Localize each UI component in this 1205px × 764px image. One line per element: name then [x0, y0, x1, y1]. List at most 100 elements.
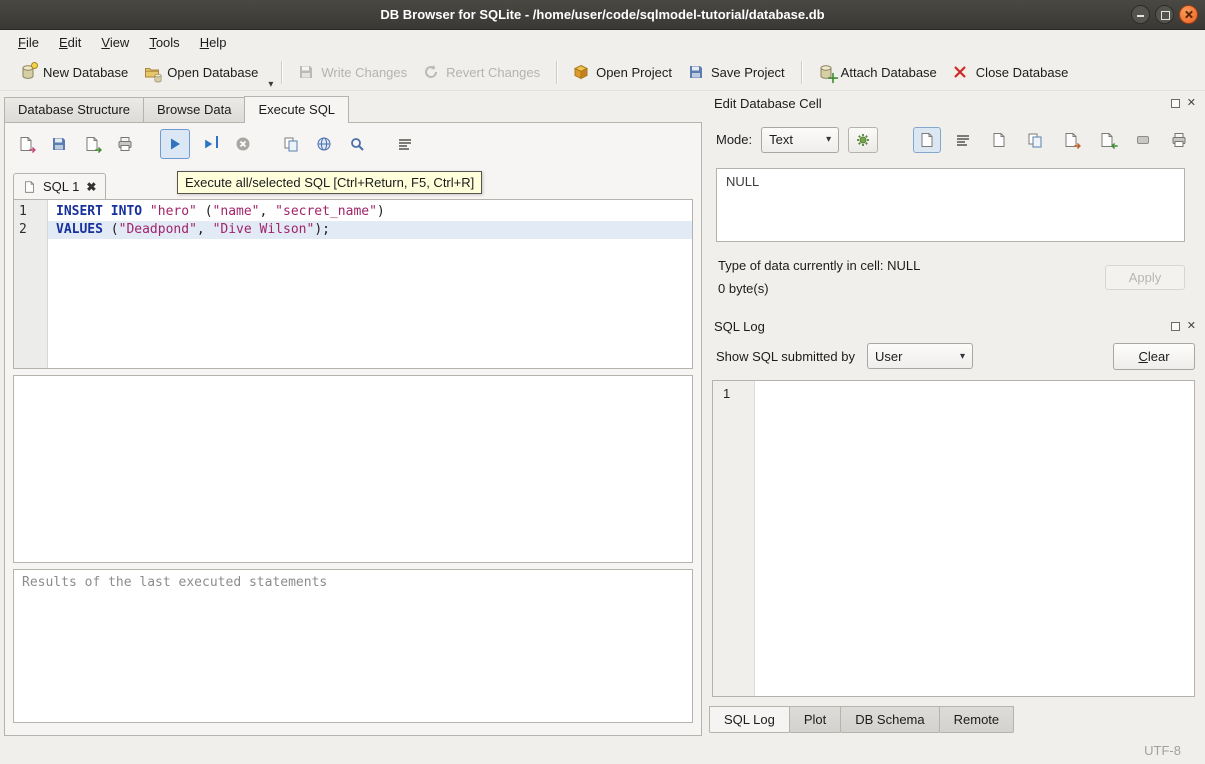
- window-title: DB Browser for SQLite - /home/user/code/…: [380, 7, 824, 22]
- open-sql-file-button[interactable]: [13, 131, 39, 157]
- close-database-button[interactable]: Close Database: [945, 58, 1077, 86]
- stop-execution-button[interactable]: [230, 131, 256, 157]
- main-tab-bar: Database Structure Browse Data Execute S…: [4, 96, 348, 123]
- close-dock-icon[interactable]: ✕: [1187, 98, 1196, 109]
- format-sql-icon: [397, 136, 413, 152]
- open-database-dropdown-icon[interactable]: ▾: [268, 79, 273, 90]
- print-sql-button[interactable]: [112, 131, 138, 157]
- open-sql-file-icon: [18, 136, 34, 152]
- sql-editor[interactable]: 1 2 INSERT INTO "hero" ("name", "secret_…: [13, 199, 693, 369]
- text-mode-button[interactable]: [913, 127, 941, 153]
- auto-switch-mode-button[interactable]: [848, 127, 878, 153]
- open-database-button[interactable]: Open Database: [136, 58, 266, 86]
- execute-tooltip: Execute all/selected SQL [Ctrl+Return, F…: [177, 171, 482, 194]
- save-project-icon: [688, 64, 704, 80]
- save-sql-file-button[interactable]: [79, 131, 105, 157]
- save-sql-file-icon: [84, 136, 100, 152]
- gear-icon: [855, 132, 871, 148]
- close-tab-icon[interactable]: ✖: [86, 180, 96, 194]
- open-project-icon: [573, 64, 589, 80]
- word-wrap-icon: [316, 136, 332, 152]
- copy-results-icon: [283, 136, 299, 152]
- tab-database-structure[interactable]: Database Structure: [4, 97, 144, 122]
- copy-cell-button[interactable]: [985, 127, 1013, 153]
- cell-value-editor[interactable]: NULL: [716, 168, 1185, 242]
- menu-bar: File Edit View Tools Help: [0, 30, 1205, 54]
- print-cell-button[interactable]: [1165, 127, 1193, 153]
- export-icon: [1099, 132, 1115, 148]
- paste-cell-button[interactable]: [1021, 127, 1049, 153]
- tab-remote[interactable]: Remote: [939, 706, 1015, 733]
- set-null-button[interactable]: [1129, 127, 1157, 153]
- write-changes-icon: [298, 64, 314, 80]
- clear-log-button[interactable]: Clear: [1113, 343, 1195, 370]
- sql-log-view[interactable]: 1: [712, 380, 1195, 697]
- revert-changes-icon: [423, 64, 439, 80]
- justify-icon: [955, 132, 971, 148]
- execute-line-button[interactable]: [197, 131, 223, 157]
- edit-cell-header: Edit Database Cell ✕: [706, 93, 1203, 113]
- menu-help[interactable]: Help: [190, 32, 237, 53]
- title-bar: DB Browser for SQLite - /home/user/code/…: [0, 0, 1205, 30]
- float-dock-icon[interactable]: [1171, 322, 1180, 331]
- close-button[interactable]: [1179, 5, 1198, 24]
- find-replace-button[interactable]: [344, 131, 370, 157]
- execute-all-button[interactable]: [160, 129, 190, 159]
- save-project-button[interactable]: Save Project: [680, 58, 793, 86]
- import-cell-button[interactable]: [1057, 127, 1085, 153]
- log-content: [755, 381, 1194, 696]
- word-wrap-button[interactable]: [311, 131, 337, 157]
- dock-tab-bar: SQL Log Plot DB Schema Remote: [710, 706, 1014, 733]
- execute-line-icon: [202, 136, 218, 152]
- app-window: DB Browser for SQLite - /home/user/code/…: [0, 0, 1205, 764]
- code-area[interactable]: INSERT INTO "hero" ("name", "secret_name…: [48, 200, 692, 368]
- minimize-button[interactable]: [1131, 5, 1150, 24]
- new-database-button[interactable]: New Database: [12, 58, 136, 86]
- chevron-down-icon: ▾: [826, 134, 831, 145]
- execute-sql-panel: SQL 1 ✖ Execute all/selected SQL [Ctrl+R…: [4, 122, 702, 736]
- close-dock-icon[interactable]: ✕: [1187, 321, 1196, 332]
- find-replace-icon: [349, 136, 365, 152]
- menu-view[interactable]: View: [91, 32, 139, 53]
- encoding-indicator[interactable]: UTF-8: [1144, 743, 1181, 758]
- new-sql-file-button[interactable]: [46, 131, 72, 157]
- menu-edit[interactable]: Edit: [49, 32, 91, 53]
- cell-type-info: Type of data currently in cell: NULL: [718, 258, 920, 273]
- attach-database-button[interactable]: Attach Database: [810, 58, 945, 86]
- justify-button[interactable]: [949, 127, 977, 153]
- tab-plot[interactable]: Plot: [789, 706, 841, 733]
- float-dock-icon[interactable]: [1171, 99, 1180, 108]
- tab-execute-sql[interactable]: Execute SQL: [244, 96, 349, 123]
- tab-sql-log[interactable]: SQL Log: [709, 706, 790, 733]
- write-changes-button[interactable]: Write Changes: [290, 58, 415, 86]
- menu-file[interactable]: File: [8, 32, 49, 53]
- document-icon: [919, 132, 935, 148]
- log-line-number-gutter: 1: [713, 381, 755, 696]
- maximize-button[interactable]: [1155, 5, 1174, 24]
- paste-icon: [1027, 132, 1043, 148]
- results-grid-pane[interactable]: [13, 375, 693, 563]
- print-icon: [1171, 132, 1187, 148]
- apply-button[interactable]: Apply: [1105, 265, 1185, 290]
- open-project-button[interactable]: Open Project: [565, 58, 680, 86]
- toolbar-separator: [281, 61, 282, 84]
- cell-value: NULL: [726, 174, 759, 189]
- toolbar-separator: [556, 61, 557, 84]
- cell-size-info: 0 byte(s): [718, 281, 769, 296]
- export-results-button[interactable]: [278, 131, 304, 157]
- edit-cell-toolbar: Mode: Text ▾: [716, 126, 1193, 153]
- import-icon: [1063, 132, 1079, 148]
- tab-db-schema[interactable]: DB Schema: [840, 706, 939, 733]
- format-sql-button[interactable]: [392, 131, 418, 157]
- chevron-down-icon: ▾: [960, 351, 965, 362]
- tab-browse-data[interactable]: Browse Data: [143, 97, 245, 122]
- mode-select[interactable]: Text ▾: [761, 127, 839, 153]
- menu-tools[interactable]: Tools: [139, 32, 189, 53]
- sql-1-tab[interactable]: SQL 1 ✖: [13, 173, 106, 199]
- results-placeholder: Results of the last executed statements: [22, 575, 327, 590]
- stop-icon: [235, 136, 251, 152]
- export-cell-button[interactable]: [1093, 127, 1121, 153]
- revert-changes-button[interactable]: Revert Changes: [415, 58, 548, 86]
- main-toolbar: New Database Open Database ▾ Write Chang…: [0, 54, 1205, 91]
- submitted-by-select[interactable]: User ▾: [867, 343, 973, 369]
